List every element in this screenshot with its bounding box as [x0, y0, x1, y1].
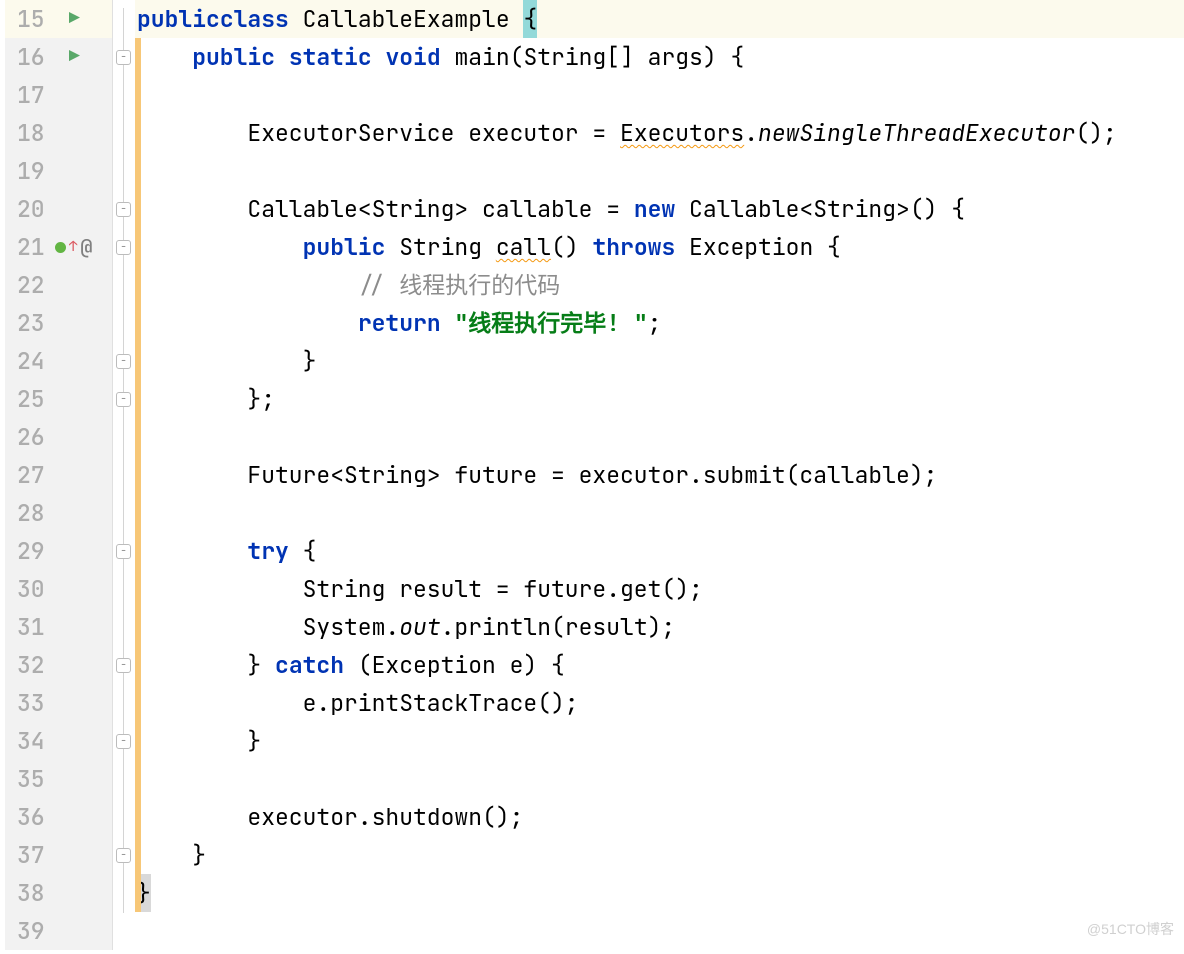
code-line	[135, 912, 1184, 950]
line-number: 22	[17, 266, 49, 304]
run-icon[interactable]: ▶	[69, 0, 80, 38]
gutter-line[interactable]: 32	[5, 646, 112, 684]
gutter-line[interactable]: 36	[5, 798, 112, 836]
gutter-line[interactable]: 31	[5, 608, 112, 646]
code-line: Future<String> future = executor.submit(…	[135, 456, 1184, 494]
fold-toggle-icon[interactable]: −	[116, 544, 131, 559]
gutter-line[interactable]: 30	[5, 570, 112, 608]
gutter-line[interactable]: 26	[5, 418, 112, 456]
code-line	[135, 152, 1184, 190]
code-line: }	[135, 836, 1184, 874]
line-number: 25	[17, 380, 49, 418]
gutter-line[interactable]: 15 ▶	[5, 0, 112, 38]
code-line	[135, 494, 1184, 532]
gutter-line[interactable]: 27	[5, 456, 112, 494]
line-number: 31	[17, 608, 49, 646]
code-line: }	[135, 874, 1184, 912]
line-number: 30	[17, 570, 49, 608]
code-line: };	[135, 380, 1184, 418]
gutter-line[interactable]: 16 ▶	[5, 38, 112, 76]
code-editor: 15▶16▶1718192021↑ @222324252627282930313…	[5, 0, 1184, 950]
line-number: 27	[17, 456, 49, 494]
line-number: 35	[17, 760, 49, 798]
fold-toggle-icon[interactable]: −	[116, 392, 131, 407]
line-number: 34	[17, 722, 49, 760]
gutter-line[interactable]: 35	[5, 760, 112, 798]
line-number: 32	[17, 646, 49, 684]
code-line: public String call() throws Exception {	[135, 228, 1184, 266]
code-line: try {	[135, 532, 1184, 570]
bookmark-icon[interactable]: ↑ @	[55, 228, 92, 266]
line-number: 33	[17, 684, 49, 722]
code-line	[135, 76, 1184, 114]
fold-toggle-icon[interactable]: −	[116, 734, 131, 749]
run-icon[interactable]: ▶	[69, 38, 80, 76]
code-line: e.printStackTrace();	[135, 684, 1184, 722]
fold-column[interactable]: − − − − − − − − −	[113, 0, 135, 950]
code-line: ExecutorService executor = Executors.new…	[135, 114, 1184, 152]
gutter-line[interactable]: 18	[5, 114, 112, 152]
code-line	[135, 760, 1184, 798]
line-number: 15	[17, 0, 49, 38]
line-number: 18	[17, 114, 49, 152]
gutter-line[interactable]: 33	[5, 684, 112, 722]
gutter-line[interactable]: 37	[5, 836, 112, 874]
code-area[interactable]: public class CallableExample { public st…	[135, 0, 1184, 950]
code-line: return "线程执行完毕! ";	[135, 304, 1184, 342]
code-line: }	[135, 722, 1184, 760]
gutter-line[interactable]: 17	[5, 76, 112, 114]
line-number: 28	[17, 494, 49, 532]
gutter-line[interactable]: 24	[5, 342, 112, 380]
code-line: Callable<String> callable = new Callable…	[135, 190, 1184, 228]
line-number: 29	[17, 532, 49, 570]
fold-toggle-icon[interactable]: −	[116, 658, 131, 673]
fold-toggle-icon[interactable]: −	[116, 240, 131, 255]
line-number: 23	[17, 304, 49, 342]
line-number: 24	[17, 342, 49, 380]
fold-toggle-icon[interactable]: −	[116, 848, 131, 863]
gutter-line[interactable]: 19	[5, 152, 112, 190]
gutter[interactable]: 15▶16▶1718192021↑ @222324252627282930313…	[5, 0, 113, 950]
fold-toggle-icon[interactable]: −	[116, 202, 131, 217]
line-number: 20	[17, 190, 49, 228]
line-number: 21	[17, 228, 49, 266]
code-line: }	[135, 342, 1184, 380]
code-line: System.out.println(result);	[135, 608, 1184, 646]
gutter-line[interactable]: 28	[5, 494, 112, 532]
gutter-line[interactable]: 23	[5, 304, 112, 342]
gutter-line[interactable]: 38	[5, 874, 112, 912]
code-line: public class CallableExample {	[135, 0, 1184, 38]
code-line: } catch (Exception e) {	[135, 646, 1184, 684]
line-number: 36	[17, 798, 49, 836]
line-number: 19	[17, 152, 49, 190]
code-line: executor.shutdown();	[135, 798, 1184, 836]
gutter-line[interactable]: 29	[5, 532, 112, 570]
gutter-line[interactable]: 25	[5, 380, 112, 418]
line-number: 38	[17, 874, 49, 912]
watermark: @51CTO博客	[1087, 910, 1174, 948]
line-number: 16	[17, 38, 49, 76]
code-line: // 线程执行的代码	[135, 266, 1184, 304]
gutter-line[interactable]: 21↑ @	[5, 228, 112, 266]
code-line: String result = future.get();	[135, 570, 1184, 608]
gutter-line[interactable]: 39	[5, 912, 112, 950]
fold-toggle-icon[interactable]: −	[116, 50, 131, 65]
gutter-line[interactable]: 34	[5, 722, 112, 760]
gutter-line[interactable]: 22	[5, 266, 112, 304]
code-line: public static void main(String[] args) {	[135, 38, 1184, 76]
line-number: 39	[17, 912, 49, 950]
gutter-line[interactable]: 20	[5, 190, 112, 228]
line-number: 37	[17, 836, 49, 874]
line-number: 17	[17, 76, 49, 114]
code-line	[135, 418, 1184, 456]
change-marker	[135, 38, 141, 912]
line-number: 26	[17, 418, 49, 456]
fold-toggle-icon[interactable]: −	[116, 354, 131, 369]
